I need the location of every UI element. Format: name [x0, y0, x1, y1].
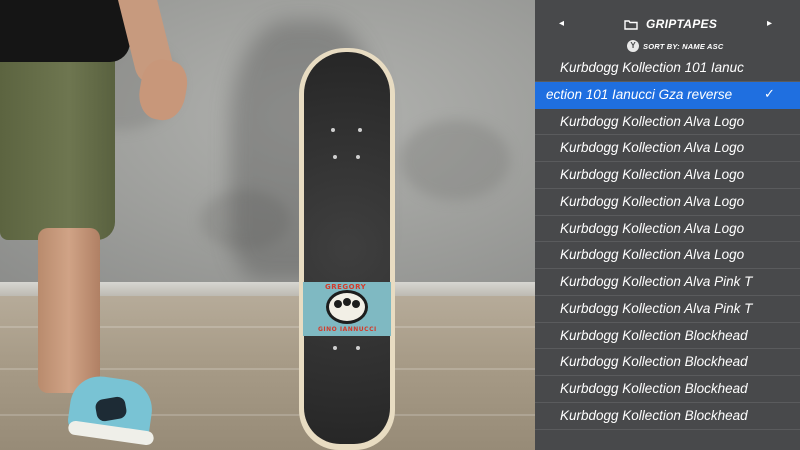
skater-shirt	[0, 0, 130, 62]
skater-leg	[38, 228, 100, 393]
list-item-label: Kurbdogg Kollection Alva Logo	[560, 140, 745, 156]
truck-bolt	[358, 128, 362, 132]
cat-eye	[343, 298, 351, 306]
list-item[interactable]: Kurbdogg Kollection Alva Logo	[535, 242, 800, 269]
truck-bolt	[356, 346, 360, 350]
list-item-selected[interactable]: ection 101 Ianucci Gza reverse ✓	[535, 81, 800, 109]
cat-eye	[352, 300, 360, 308]
list-item[interactable]: Kurbdogg Kollection Blockhead	[535, 349, 800, 376]
skateboard-griptape	[304, 52, 390, 444]
panel-header: ◂ GRIPTAPES ▸ Y SORT BY: NAME ASC	[535, 0, 800, 58]
list-item[interactable]: Kurbdogg Kollection 101 Ianuc	[535, 55, 800, 82]
sticker-bottom-text: GINO IANNUCCI	[318, 326, 377, 333]
skater-shorts	[0, 40, 115, 240]
truck-bolt	[333, 155, 337, 159]
list-item-label: Kurbdogg Kollection Alva Logo	[560, 193, 745, 209]
y-button-icon[interactable]: Y	[627, 40, 639, 52]
checkmark-icon: ✓	[764, 86, 775, 102]
list-item-label: Kurbdogg Kollection Alva Logo	[560, 220, 745, 236]
truck-bolt	[331, 128, 335, 132]
list-item-label: Kurbdogg Kollection Blockhead	[560, 407, 748, 423]
list-item-label: Kurbdogg Kollection Alva Logo	[560, 247, 745, 263]
sort-label[interactable]: SORT BY: NAME ASC	[643, 42, 724, 51]
cat-face-graphic	[326, 290, 368, 324]
list-item-label: Kurbdogg Kollection Blockhead	[560, 354, 748, 370]
previous-category-arrow-icon[interactable]: ◂	[559, 18, 564, 29]
list-item[interactable]: Kurbdogg Kollection Blockhead	[535, 323, 800, 350]
truck-bolt	[356, 155, 360, 159]
next-category-arrow-icon[interactable]: ▸	[767, 18, 772, 29]
list-item[interactable]: Kurbdogg Kollection Alva Logo	[535, 162, 800, 189]
list-item-label: Kurbdogg Kollection Alva Pink T	[560, 274, 753, 289]
griptape-list-panel: ◂ GRIPTAPES ▸ Y SORT BY: NAME ASC Kurbdo…	[535, 0, 800, 450]
list-item-label: Kurbdogg Kollection 101 Ianuc	[560, 60, 744, 75]
list-item-label: ection 101 Ianucci Gza reverse	[546, 86, 733, 102]
list-item[interactable]: Kurbdogg Kollection Blockhead	[535, 376, 800, 403]
list-item[interactable]: Kurbdogg Kollection Alva Logo	[535, 135, 800, 162]
list-item[interactable]: Kurbdogg Kollection Alva Logo	[535, 189, 800, 216]
griptape-list: Kurbdogg Kollection 101 Ianuc ection 101 …	[535, 55, 800, 430]
cat-eye	[334, 300, 342, 308]
preview-scene: GREGORY GINO IANNUCCI	[0, 0, 535, 450]
category-title: GRIPTAPES	[646, 17, 718, 31]
list-item-label: Kurbdogg Kollection Alva Pink T	[560, 300, 753, 316]
list-item-label: Kurbdogg Kollection Alva Logo	[560, 113, 745, 129]
list-item-label: Kurbdogg Kollection Alva Logo	[560, 167, 745, 182]
list-item[interactable]: Kurbdogg Kollection Blockhead	[535, 403, 800, 430]
list-item[interactable]: Kurbdogg Kollection Alva Pink T	[535, 296, 800, 323]
list-item-label: Kurbdogg Kollection Blockhead	[560, 381, 748, 396]
list-item-label: Kurbdogg Kollection Blockhead	[560, 327, 748, 343]
folder-icon	[624, 20, 638, 30]
list-item[interactable]: Kurbdogg Kollection Alva Logo	[535, 216, 800, 243]
list-item[interactable]: Kurbdogg Kollection Alva Logo	[535, 109, 800, 136]
list-item[interactable]: Kurbdogg Kollection Alva Pink T	[535, 269, 800, 296]
truck-bolt	[333, 346, 337, 350]
